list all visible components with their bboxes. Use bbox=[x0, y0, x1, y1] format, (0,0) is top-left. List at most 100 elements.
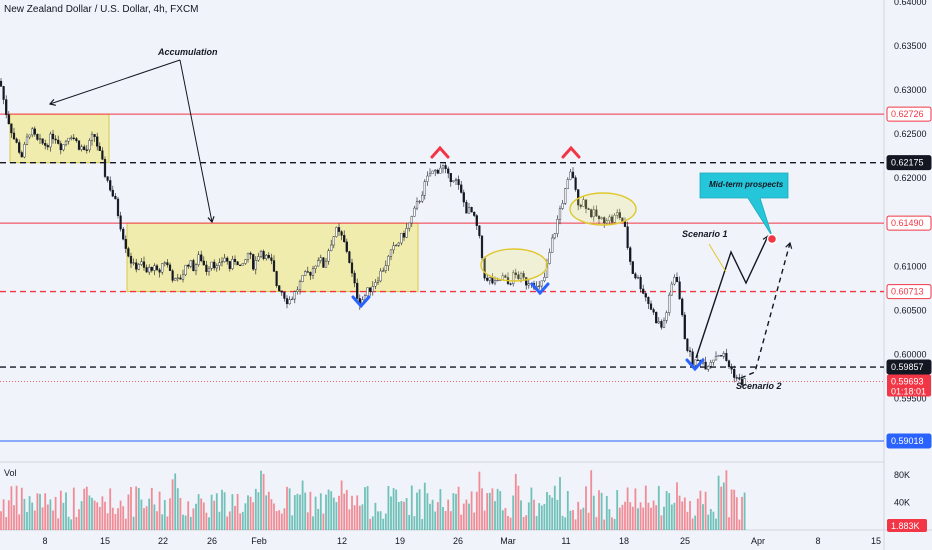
price-chart[interactable]: 0.64000 0.63500 0.63000 0.62500 0.62000 0.610… bbox=[0, 0, 932, 550]
volume-bar bbox=[44, 493, 47, 530]
volume-bar bbox=[392, 488, 395, 530]
candle-body bbox=[405, 228, 408, 238]
volume-bar bbox=[221, 489, 223, 530]
volume-bar bbox=[101, 496, 104, 530]
candle-body bbox=[96, 136, 99, 147]
price-tick-label: 0.63000 bbox=[894, 85, 927, 95]
volume-bar bbox=[5, 517, 8, 530]
candle-body bbox=[314, 265, 317, 269]
volume-bar bbox=[91, 497, 93, 530]
candle-body bbox=[7, 114, 10, 125]
candle-body bbox=[694, 359, 697, 366]
volume-bar bbox=[13, 505, 15, 530]
time-tick-label: 8 bbox=[815, 536, 820, 546]
price-level-label: 0.59857 bbox=[891, 362, 924, 372]
volume-bar bbox=[137, 487, 140, 530]
candle-body bbox=[704, 361, 707, 370]
volume-bar bbox=[314, 496, 317, 530]
volume-bar bbox=[647, 502, 650, 530]
volume-bar bbox=[210, 494, 213, 530]
volume-bar bbox=[205, 512, 208, 530]
candle-body bbox=[223, 257, 226, 262]
volume-bar bbox=[499, 491, 502, 530]
volume-bar bbox=[283, 508, 286, 530]
volume-bar bbox=[18, 514, 21, 530]
volume-bar bbox=[371, 516, 374, 530]
candle-body bbox=[241, 263, 244, 266]
volume-label: Vol bbox=[4, 468, 17, 478]
volume-bar bbox=[590, 470, 593, 530]
volume-bar bbox=[462, 503, 465, 530]
volume-bar bbox=[54, 496, 57, 530]
volume-bar bbox=[31, 502, 34, 530]
candle-body bbox=[540, 280, 543, 287]
price-level-label: 0.59018 bbox=[891, 436, 924, 446]
candle-body bbox=[629, 247, 632, 262]
volume-bar bbox=[338, 495, 340, 530]
volume-bar bbox=[699, 490, 702, 530]
candle-body bbox=[163, 262, 166, 264]
volume-bar bbox=[176, 488, 179, 530]
volume-bar bbox=[605, 495, 608, 530]
volume-bar bbox=[228, 511, 231, 530]
candle-body bbox=[101, 150, 104, 160]
volume-bar bbox=[717, 475, 720, 530]
candle-body bbox=[439, 167, 442, 174]
volume-bar bbox=[335, 502, 338, 530]
annotation-accumulation: Accumulation bbox=[157, 47, 218, 57]
candle-body bbox=[0, 80, 3, 87]
countdown-label: 01:18:01 bbox=[891, 387, 926, 397]
candle-body bbox=[660, 321, 663, 328]
candle-body bbox=[423, 181, 426, 196]
volume-bar bbox=[330, 491, 333, 530]
volume-bar bbox=[10, 486, 13, 530]
candle-body bbox=[441, 165, 445, 169]
volume-bar bbox=[470, 491, 473, 530]
price-tick-label: 0.63500 bbox=[894, 41, 927, 51]
candle-body bbox=[270, 257, 273, 261]
candle-body bbox=[129, 255, 133, 264]
volume-bar bbox=[689, 500, 691, 530]
annotation-scenario-1: Scenario 1 bbox=[682, 229, 728, 239]
candle-body bbox=[402, 233, 406, 238]
candle-body bbox=[486, 277, 489, 281]
volume-bar bbox=[621, 504, 624, 530]
candle-body bbox=[59, 143, 62, 151]
candle-body bbox=[413, 207, 416, 217]
volume-bar bbox=[637, 508, 639, 530]
candle-body bbox=[75, 138, 78, 141]
volume-bar bbox=[657, 485, 660, 530]
candle-body bbox=[288, 299, 291, 305]
volume-bar bbox=[192, 508, 195, 530]
candle-body bbox=[426, 175, 429, 182]
candle-body bbox=[623, 221, 627, 227]
candle-body bbox=[657, 321, 660, 324]
candle-body bbox=[275, 271, 278, 286]
candle-body bbox=[187, 264, 190, 267]
candle-body bbox=[379, 270, 382, 282]
volume-bar bbox=[452, 493, 455, 530]
volume-bar bbox=[267, 491, 270, 530]
candle-body bbox=[509, 283, 512, 285]
volume-bar bbox=[585, 486, 587, 530]
candle-body bbox=[428, 173, 432, 177]
candle-body bbox=[408, 222, 411, 229]
candle-body bbox=[33, 128, 36, 135]
volume-bar bbox=[65, 492, 67, 530]
volume-bar bbox=[39, 493, 41, 530]
volume-bar bbox=[507, 515, 509, 530]
candle-body bbox=[725, 353, 728, 361]
volume-bar bbox=[127, 494, 130, 530]
volume-bar bbox=[322, 513, 325, 530]
volume-bar bbox=[592, 495, 595, 530]
volume-bar bbox=[712, 511, 715, 530]
candle-body bbox=[345, 241, 348, 252]
candle-body bbox=[10, 123, 13, 134]
volume-bar bbox=[262, 473, 265, 530]
volume-bar bbox=[80, 501, 83, 530]
candle-body bbox=[340, 231, 343, 236]
candle-body bbox=[631, 261, 634, 274]
volume-bar bbox=[241, 511, 244, 530]
volume-bar bbox=[257, 492, 260, 530]
candle-body bbox=[556, 219, 559, 235]
